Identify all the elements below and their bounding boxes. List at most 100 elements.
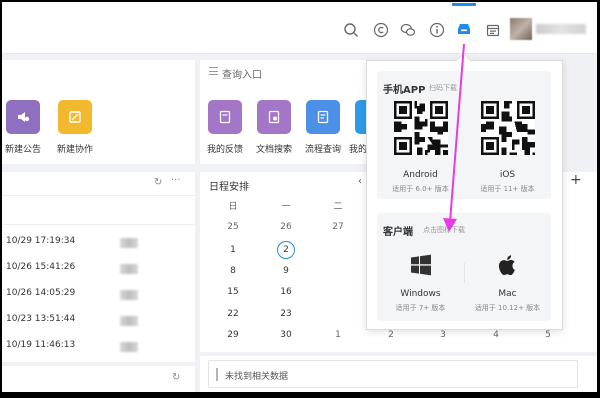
app-new-collaboration[interactable]: 新建协作 — [52, 100, 98, 155]
list-item[interactable]: 10/19 11:46:13 — [6, 340, 191, 354]
mobile-section-subtitle: 扫码下载 — [429, 84, 457, 92]
download-client-popover: 手机APP 扫码下载 Android 适用于 6.0+ 版本 iOS 适用于 1… — [366, 60, 563, 330]
os-version: 适用于 7+ 版本 — [395, 304, 446, 312]
calendar-day[interactable]: 16 — [276, 285, 296, 299]
os-name: Mac — [498, 289, 517, 299]
calendar-day[interactable]: 9 — [276, 264, 296, 278]
item-time: 10/23 13:51:44 — [6, 314, 76, 324]
mobile-section-title: 手机APP — [383, 85, 426, 96]
os-version: 适用于 11+ 版本 — [480, 185, 535, 193]
query-panel-title: 查询入口 — [222, 70, 262, 81]
list-item[interactable]: 10/23 13:51:44 — [6, 314, 191, 328]
search-icon[interactable] — [343, 22, 359, 38]
app-label: 我的反馈 — [206, 145, 243, 155]
calendar-icon[interactable] — [485, 22, 501, 38]
more-icon[interactable]: ··· — [171, 175, 181, 186]
add-schedule-button[interactable]: + — [570, 172, 582, 188]
prev-month-icon[interactable]: ‹ — [358, 176, 362, 187]
item-time: 10/29 17:19:34 — [6, 236, 76, 246]
desktop-section-subtitle: 点击图标下载 — [423, 226, 465, 234]
item-user-blurred — [120, 264, 138, 274]
mac-download[interactable]: Mac 适用于 10.12+ 版本 — [464, 253, 551, 313]
calendar-day[interactable]: 15 — [223, 285, 243, 299]
item-user-blurred — [120, 342, 138, 352]
calendar-day[interactable]: 22 — [223, 307, 243, 321]
app-new-announcement[interactable]: 新建公告 — [2, 100, 46, 155]
item-time: 10/26 15:41:26 — [6, 262, 76, 272]
app-document-search[interactable]: 文档搜索 — [251, 100, 297, 155]
list-item[interactable]: 10/26 15:41:26 — [6, 262, 191, 276]
list-item[interactable]: 10/26 14:05:29 — [6, 288, 191, 302]
item-user-blurred — [120, 238, 138, 248]
desktop-client-section: 客户端 点击图标下载 Windows 适用于 7+ 版本 Mac 适用于 10.… — [377, 213, 551, 321]
calendar-day[interactable]: 2 — [381, 328, 401, 342]
process-query-icon — [306, 100, 340, 134]
app-label: 新建协作 — [56, 145, 93, 155]
calendar-day[interactable]: 1 — [328, 328, 348, 342]
ios-download[interactable]: iOS 适用于 11+ 版本 — [464, 101, 551, 194]
announcement-icon — [6, 100, 40, 134]
copyright-icon[interactable] — [373, 22, 389, 38]
empty-state-text: 未找到相关数据 — [225, 372, 289, 382]
app-window: 新建公告 新建协作 查询入口 我的反馈 文档搜索 流程查询 我的 ↻ ··· 1… — [2, 2, 597, 392]
weekday-header: 日 — [228, 202, 238, 212]
calendar-day[interactable]: 26 — [276, 220, 296, 234]
os-version: 适用于 10.12+ 版本 — [474, 304, 541, 312]
wechat-icon[interactable] — [400, 22, 416, 38]
calendar-day[interactable]: 3 — [433, 328, 453, 342]
avatar[interactable] — [510, 18, 532, 40]
recent-list-header: ↻ ··· — [2, 172, 195, 196]
collaboration-icon — [58, 100, 92, 134]
recent-list-panel: ↻ ··· 10/29 17:19:34 10/26 15:41:26 10/2… — [2, 172, 195, 362]
app-label: 新建公告 — [4, 145, 41, 155]
document-search-icon — [257, 100, 291, 134]
windows-icon — [409, 253, 433, 277]
app-label: 流程查询 — [304, 145, 341, 155]
left-bottom-panel: ↻ — [2, 366, 195, 392]
refresh-icon[interactable]: ↻ — [172, 372, 180, 383]
calendar-day[interactable]: 4 — [486, 328, 506, 342]
top-bar — [2, 2, 597, 54]
os-version: 适用于 6.0+ 版本 — [392, 185, 449, 193]
menu-icon — [209, 67, 218, 75]
list-item[interactable]: 10/29 17:19:34 — [6, 236, 191, 250]
calendar-day[interactable]: 1 — [223, 243, 243, 257]
schedule-title: 日程安排 — [209, 182, 249, 193]
os-name: iOS — [499, 170, 516, 180]
app-label: 文档搜索 — [255, 145, 292, 155]
quick-create-panel: 新建公告 新建协作 — [2, 60, 195, 164]
calendar-day[interactable]: 27 — [328, 220, 348, 234]
weekday-header: 二 — [333, 202, 343, 212]
item-user-blurred — [120, 316, 138, 326]
windows-download[interactable]: Windows 适用于 7+ 版本 — [377, 253, 464, 313]
calendar-day[interactable]: 29 — [223, 328, 243, 342]
schedule-list-panel: 未找到相关数据 — [200, 356, 597, 392]
calendar-day[interactable]: 5 — [538, 328, 558, 342]
empty-state-accent — [216, 368, 218, 381]
desktop-section-title: 客户端 — [383, 227, 413, 238]
app-my-feedback[interactable]: 我的反馈 — [202, 100, 248, 155]
calendar-day[interactable]: 25 — [223, 220, 243, 234]
item-time: 10/26 14:05:29 — [6, 288, 76, 298]
android-qr-code — [393, 101, 448, 155]
calendar-day[interactable]: 23 — [276, 307, 296, 321]
item-time: 10/19 11:46:13 — [6, 340, 76, 350]
calendar-day[interactable]: 8 — [223, 264, 243, 278]
download-client-icon[interactable] — [452, 3, 476, 37]
os-name: Android — [403, 170, 438, 180]
user-name-blurred[interactable] — [536, 24, 586, 34]
list-divider — [2, 224, 195, 225]
weekday-header: 一 — [281, 202, 291, 212]
apple-icon — [496, 253, 520, 277]
os-name: Windows — [400, 289, 441, 299]
ios-qr-code — [480, 101, 535, 155]
calendar-day-today[interactable]: 2 — [276, 243, 296, 257]
android-download[interactable]: Android 适用于 6.0+ 版本 — [377, 101, 464, 194]
calendar-day[interactable]: 30 — [276, 328, 296, 342]
feedback-icon — [208, 100, 242, 134]
refresh-icon[interactable]: ↻ — [154, 177, 162, 188]
info-circle-icon[interactable] — [429, 22, 445, 38]
mobile-app-section: 手机APP 扫码下载 Android 适用于 6.0+ 版本 iOS 适用于 1… — [377, 71, 551, 199]
empty-state: 未找到相关数据 — [208, 360, 578, 388]
app-process-query[interactable]: 流程查询 — [300, 100, 346, 155]
